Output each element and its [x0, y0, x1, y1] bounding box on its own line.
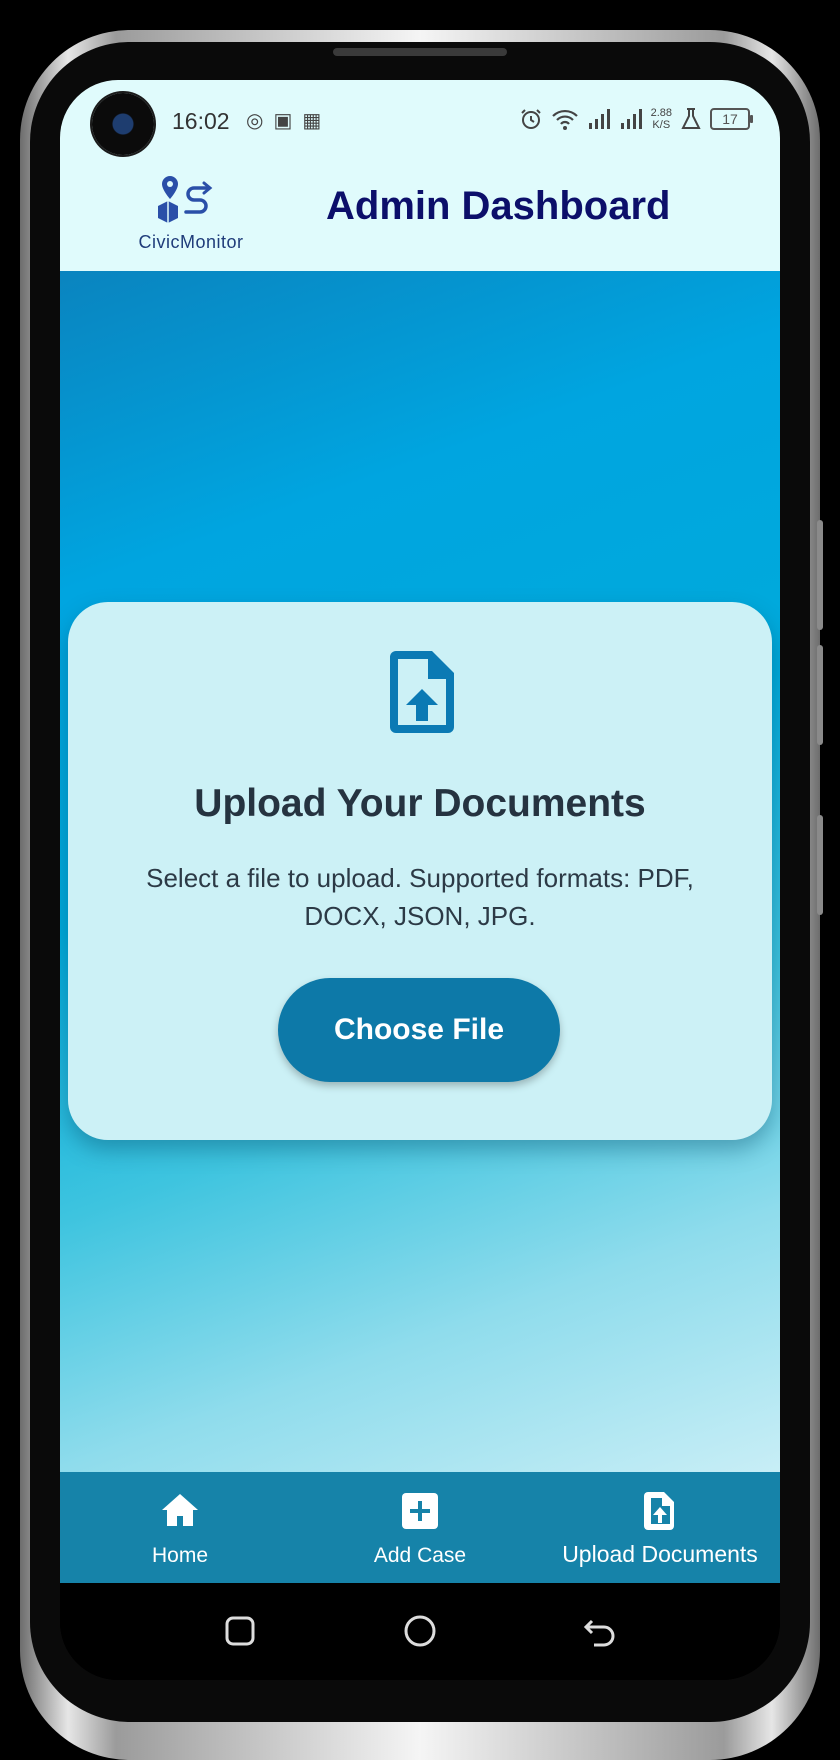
signal-icon — [588, 109, 610, 129]
recents-icon[interactable] — [222, 1613, 258, 1649]
logo-text: CivicMonitor — [138, 232, 244, 252]
add-box-icon — [402, 1493, 438, 1529]
earpiece-speaker — [333, 48, 507, 56]
signal-icon — [620, 109, 642, 129]
wifi-icon — [551, 109, 578, 130]
status-right-icons: 2.88 K/S 17 — [519, 104, 753, 134]
alarm-icon — [520, 109, 541, 129]
volume-button — [817, 645, 823, 745]
nav-item-home[interactable]: Home — [80, 1472, 280, 1583]
upload-description: Select a file to upload. Supported forma… — [146, 863, 694, 931]
screen: 16:02 ◎▣▦ 2.88 K/S 17 CivicMonitor Admin… — [60, 80, 780, 1680]
nav-label-home: Home — [151, 1544, 209, 1567]
upload-card: Upload Your Documents Select a file to u… — [68, 602, 772, 1140]
notification-icon: ◎ — [246, 110, 274, 132]
front-camera — [92, 93, 154, 155]
system-navigation-bar — [60, 1583, 780, 1680]
choose-file-button[interactable]: Choose File — [278, 978, 560, 1082]
file-upload-icon — [390, 651, 454, 733]
back-icon[interactable] — [582, 1613, 618, 1649]
network-speed-unit: K/S — [652, 119, 671, 131]
nav-item-add-case[interactable]: Add Case — [320, 1472, 520, 1583]
app-bar: CivicMonitor Admin Dashboard — [60, 160, 780, 271]
status-bar: 16:02 ◎▣▦ 2.88 K/S 17 — [60, 80, 780, 160]
network-speed: 2.88 K/S — [651, 107, 672, 131]
nav-label-add-case: Add Case — [373, 1544, 467, 1567]
flask-icon — [681, 108, 701, 129]
nav-label-upload-documents: Upload Documents — [562, 1541, 758, 1567]
file-upload-icon — [644, 1492, 674, 1530]
bottom-navigation: Home Add Case Upload Documents — [60, 1472, 780, 1583]
upload-title: Upload Your Documents — [194, 782, 646, 825]
network-speed-value: 2.88 — [650, 107, 672, 119]
battery-indicator: 17 — [710, 108, 753, 130]
home-circle-icon[interactable] — [402, 1613, 438, 1649]
power-button — [817, 520, 823, 630]
page-title: Admin Dashboard — [326, 184, 671, 228]
status-notification-icons: ◎▣▦ — [246, 108, 331, 133]
home-icon — [162, 1494, 198, 1526]
volume-button — [817, 815, 823, 915]
app-icon: ▦ — [302, 110, 332, 132]
main-content: Upload Your Documents Select a file to u… — [60, 271, 780, 1472]
shopping-bag-icon: ▣ — [273, 110, 303, 132]
status-time: 16:02 — [172, 108, 230, 134]
nav-item-upload-documents[interactable]: Upload Documents — [540, 1472, 780, 1583]
